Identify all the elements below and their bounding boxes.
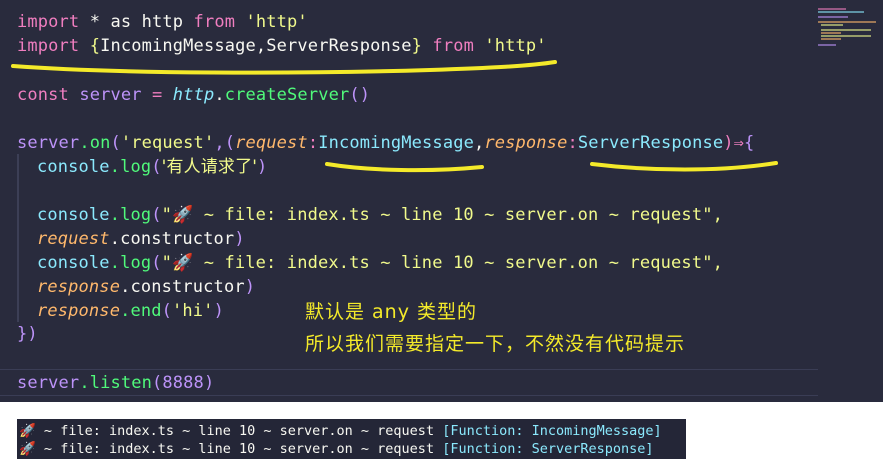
- minimap-line: [818, 8, 846, 10]
- minimap-line: [821, 38, 841, 40]
- terminal-text: 🚀 ~ file: index.ts ~ line 10 ~ server.on…: [19, 423, 443, 439]
- minimap-line: [821, 35, 871, 37]
- minimap-line: [821, 32, 841, 34]
- minimap-line: [821, 24, 843, 26]
- minimap-line: [818, 21, 876, 23]
- underline-import: [11, 60, 557, 75]
- terminal-line-2: 🚀 ~ file: index.ts ~ line 10 ~ server.on…: [19, 440, 654, 458]
- terminal-function-value: [Function: IncomingMessage]: [442, 423, 662, 439]
- terminal-text: 🚀 ~ file: index.ts ~ line 10 ~ server.on…: [19, 441, 443, 457]
- highlight-underlines: [11, 60, 778, 173]
- minimap-line: [821, 29, 871, 31]
- minimap-line: [818, 16, 848, 18]
- underline-server-response: [590, 161, 778, 172]
- terminal-line-1: 🚀 ~ file: index.ts ~ line 10 ~ server.on…: [19, 422, 662, 440]
- code-editor[interactable]: import * as http from 'http' import {Inc…: [0, 0, 883, 402]
- terminal-function-value: [Function: ServerResponse]: [442, 441, 654, 457]
- minimap[interactable]: [818, 8, 880, 48]
- underline-incoming-message: [325, 162, 484, 173]
- minimap-line: [818, 44, 836, 46]
- terminal-output[interactable]: 🚀 ~ file: index.ts ~ line 10 ~ server.on…: [17, 419, 686, 459]
- minimap-line: [818, 11, 864, 13]
